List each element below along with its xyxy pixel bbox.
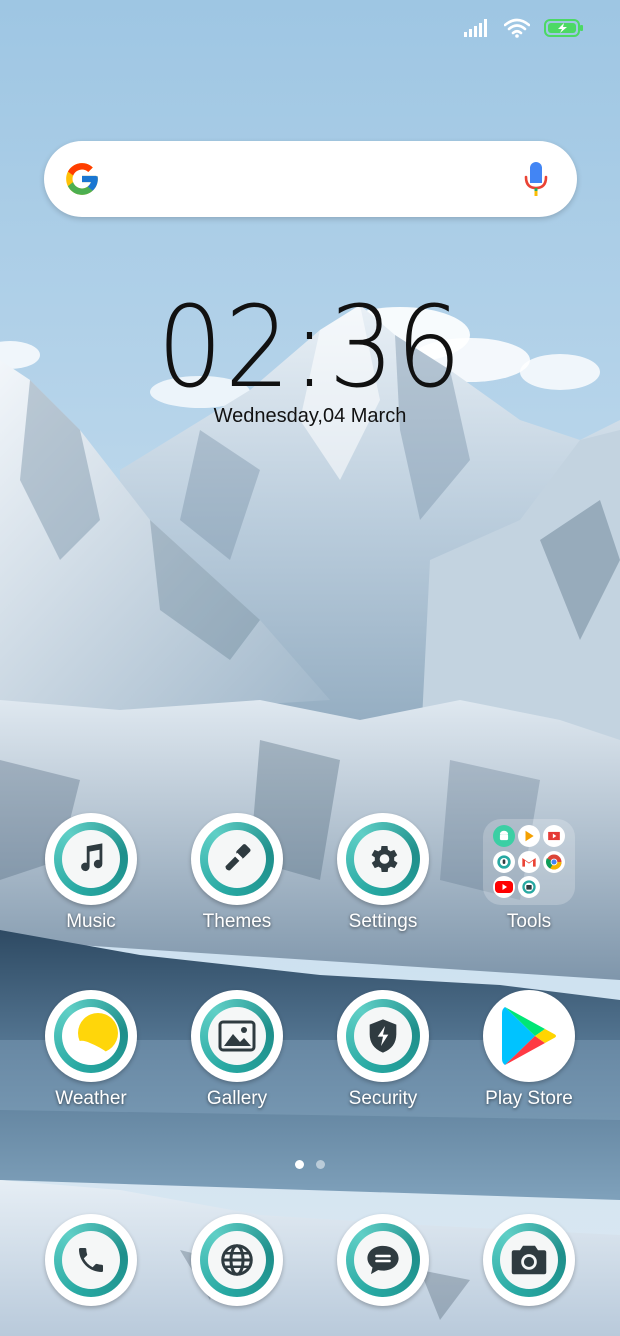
app-security-icon-ring [337, 990, 429, 1082]
battery-charging-icon [544, 19, 583, 37]
google-logo-icon [66, 163, 98, 195]
app-gallery[interactable]: Gallery [177, 990, 297, 1110]
status-bar [464, 14, 584, 42]
phone-icon [79, 1248, 103, 1272]
play-games-icon [518, 825, 540, 847]
chrome-icon [543, 851, 565, 873]
app-settings-icon-ring [337, 813, 429, 905]
paintbrush-icon [225, 844, 251, 871]
clock-time-text: 02:36 [156, 283, 464, 413]
app-label: Music [66, 911, 116, 932]
app-folder-tools[interactable]: Tools [469, 819, 589, 933]
page-indicator [0, 1160, 620, 1169]
app-play-store[interactable]: Play Store [469, 990, 589, 1110]
dock-browser[interactable] [177, 1214, 297, 1306]
microphone-icon[interactable] [523, 161, 549, 197]
youtube-icon [493, 876, 515, 898]
folder-icon [483, 819, 575, 905]
app-label: Security [348, 1088, 418, 1109]
gmail-icon [518, 851, 540, 873]
wifi-icon [504, 18, 530, 38]
app-gallery-icon-ring [191, 990, 283, 1082]
signal-icon [464, 19, 487, 37]
app-label: Play Store [485, 1088, 573, 1109]
app-security[interactable]: Security [323, 990, 443, 1110]
dock-camera-icon-ring [483, 1214, 575, 1306]
dock-phone[interactable] [31, 1214, 151, 1306]
app-themes-icon-ring [191, 813, 283, 905]
dock-messages-icon-ring [337, 1214, 429, 1306]
app-label: Settings [348, 911, 418, 932]
clock-widget-date: Wednesday,04 March [213, 405, 407, 427]
app-label: Tools [506, 911, 552, 932]
dock-camera[interactable] [469, 1214, 589, 1306]
weather-sun-icon [62, 1007, 120, 1065]
app-music-icon-ring [45, 813, 137, 905]
page-dot [316, 1160, 325, 1169]
app-weather-icon-ring [45, 990, 137, 1082]
music-note-icon [81, 843, 103, 872]
dock-browser-icon-ring [191, 1214, 283, 1306]
cleaner-icon [518, 876, 540, 898]
page-dot-active [295, 1160, 304, 1169]
app-play-store-icon-ring [483, 990, 575, 1082]
messages-icon [367, 1245, 399, 1275]
app-themes[interactable]: Themes [177, 813, 297, 933]
clock-widget-time[interactable]: 02:36 [0, 292, 620, 404]
play-store-icon [502, 1007, 556, 1065]
app-label: Gallery [206, 1088, 268, 1109]
search-input[interactable] [124, 155, 468, 205]
shield-icon [369, 1019, 397, 1053]
recorder-icon [493, 851, 515, 873]
gear-icon [371, 845, 398, 873]
image-icon [218, 1020, 256, 1052]
android-icon [493, 825, 515, 847]
dock-phone-icon-ring [45, 1214, 137, 1306]
camera-icon [511, 1245, 547, 1275]
app-label: Themes [202, 911, 272, 932]
app-music[interactable]: Music [31, 813, 151, 933]
browser-globe-icon [221, 1244, 253, 1276]
app-settings[interactable]: Settings [323, 813, 443, 933]
app-weather[interactable]: Weather [31, 990, 151, 1110]
play-movies-icon [543, 825, 565, 847]
app-label: Weather [55, 1088, 127, 1109]
dock-messages[interactable] [323, 1214, 443, 1306]
google-search-bar[interactable] [44, 141, 577, 217]
